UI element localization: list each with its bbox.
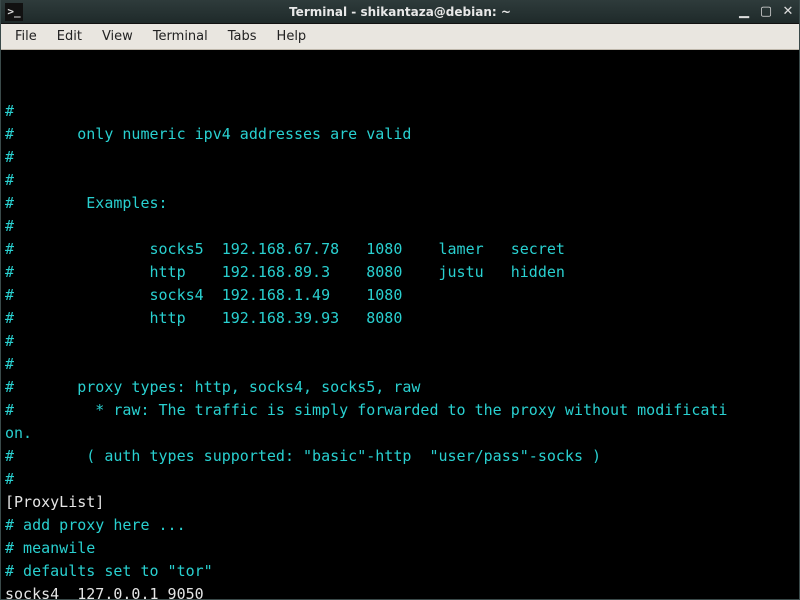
window-title: Terminal - shikantaza@debian: ~: [1, 5, 799, 19]
menu-file[interactable]: File: [5, 26, 47, 47]
terminal-line: # Examples:: [5, 192, 795, 215]
terminal-line: #: [5, 330, 795, 353]
terminal-line: socks4 127.0.0.1 9050: [5, 583, 795, 599]
terminal-line: # add proxy here ...: [5, 514, 795, 537]
terminal-line: # socks4 192.168.1.49 1080: [5, 284, 795, 307]
minimize-icon: ▁: [739, 4, 749, 19]
terminal-line: on.: [5, 422, 795, 445]
terminal-line: #: [5, 215, 795, 238]
minimize-button[interactable]: ▁: [733, 2, 755, 22]
terminal-line: # only numeric ipv4 addresses are valid: [5, 123, 795, 146]
terminal-line: # ( auth types supported: "basic"-http "…: [5, 445, 795, 468]
terminal-line: # * raw: The traffic is simply forwarded…: [5, 399, 795, 422]
titlebar[interactable]: >_ Terminal - shikantaza@debian: ~ ▁ ▢ ✕: [1, 0, 799, 24]
terminal-line: #: [5, 100, 795, 123]
terminal-app-icon: >_: [5, 3, 23, 21]
terminal-line: #: [5, 146, 795, 169]
close-icon: ✕: [783, 4, 794, 19]
menu-tabs[interactable]: Tabs: [218, 26, 267, 47]
terminal-line: # socks5 192.168.67.78 1080 lamer secret: [5, 238, 795, 261]
terminal-window: >_ Terminal - shikantaza@debian: ~ ▁ ▢ ✕…: [0, 0, 800, 600]
maximize-button[interactable]: ▢: [755, 2, 777, 22]
terminal-viewport[interactable]: ## only numeric ipv4 addresses are valid…: [1, 50, 799, 599]
terminal-line: # defaults set to "tor": [5, 560, 795, 583]
menu-view[interactable]: View: [92, 26, 143, 47]
terminal-line: #: [5, 353, 795, 376]
menu-terminal[interactable]: Terminal: [143, 26, 218, 47]
terminal-line: # http 192.168.39.93 8080: [5, 307, 795, 330]
menu-help[interactable]: Help: [267, 26, 317, 47]
window-controls: ▁ ▢ ✕: [733, 2, 799, 22]
maximize-icon: ▢: [760, 4, 772, 19]
terminal-content: ## only numeric ipv4 addresses are valid…: [5, 100, 795, 599]
terminal-line: # meanwile: [5, 537, 795, 560]
terminal-line: #: [5, 468, 795, 491]
terminal-line: [ProxyList]: [5, 491, 795, 514]
menubar: File Edit View Terminal Tabs Help: [1, 24, 799, 50]
close-button[interactable]: ✕: [777, 2, 799, 22]
terminal-line: # http 192.168.89.3 8080 justu hidden: [5, 261, 795, 284]
terminal-line: # proxy types: http, socks4, socks5, raw: [5, 376, 795, 399]
terminal-line: #: [5, 169, 795, 192]
menu-edit[interactable]: Edit: [47, 26, 92, 47]
